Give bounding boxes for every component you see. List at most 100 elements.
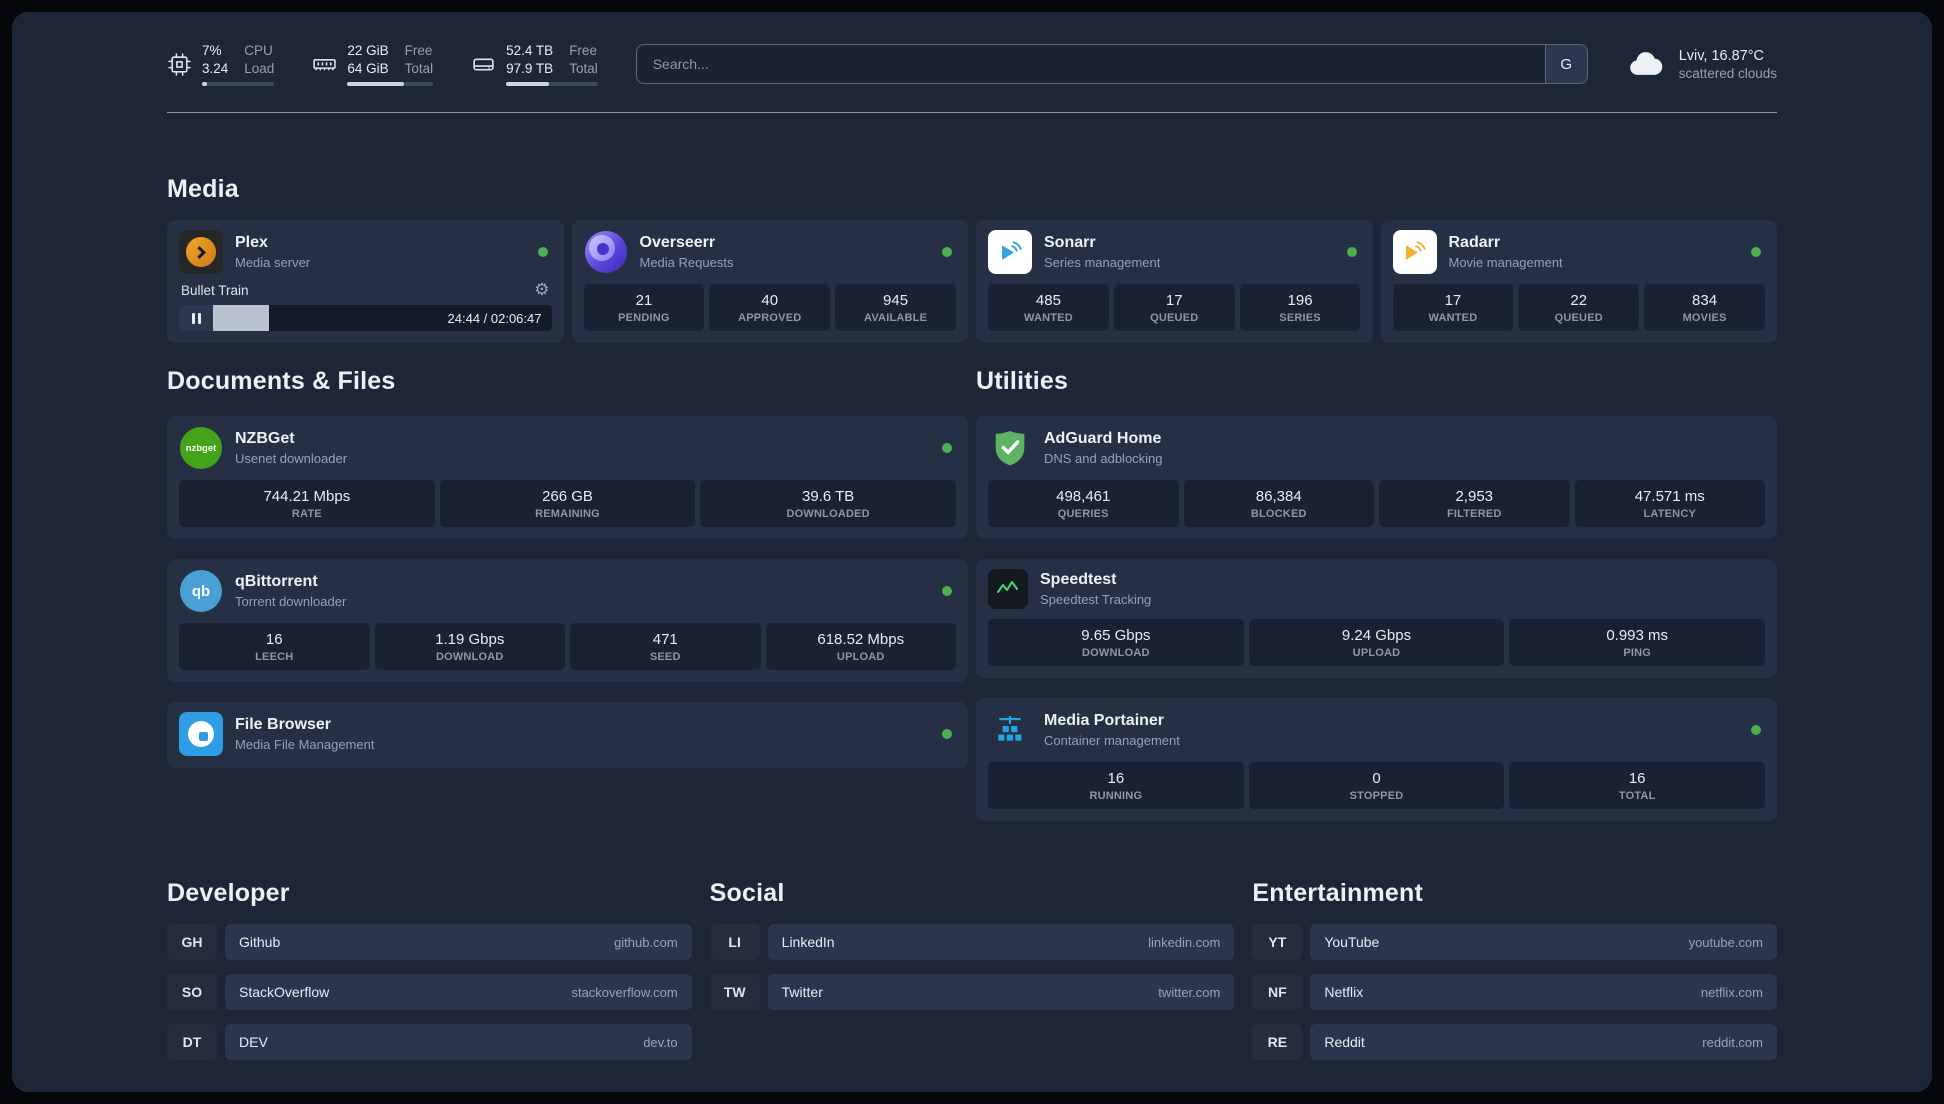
card-title: qBittorrent <box>235 573 318 591</box>
memory-total-value: 64 GiB <box>347 60 389 76</box>
status-dot <box>942 729 952 740</box>
section-middle: Documents & Files nzbget NZBGet Usenet d… <box>167 367 1777 822</box>
filebrowser-icon <box>179 712 223 757</box>
weather-condition: scattered clouds <box>1678 65 1777 81</box>
bookmark-name: DEV <box>239 1034 268 1051</box>
stat-movies: 834 MOVIES <box>1644 284 1765 332</box>
status-dot <box>1751 725 1761 736</box>
settings-icon[interactable]: ⚙ <box>534 282 549 299</box>
section-title-entertainment: Entertainment <box>1252 879 1424 908</box>
bookmark-netflix[interactable]: NF Netflix netflix.com <box>1252 974 1777 1011</box>
nzbget-icon: nzbget <box>179 426 223 470</box>
qbittorrent-card[interactable]: qb qBittorrent Torrent downloader 16 LEE… <box>167 559 968 683</box>
card-subtitle: Usenet downloader <box>235 451 348 467</box>
plex-card[interactable]: Plex Media server Bullet Train ⚙ 24:44 /… <box>167 220 564 344</box>
bookmark-url: dev.to <box>643 1034 678 1050</box>
pause-icon[interactable] <box>179 305 213 332</box>
stat-total: 16 TOTAL <box>1509 762 1766 810</box>
qbittorrent-icon: qb <box>179 569 223 613</box>
card-subtitle: Series management <box>1044 255 1161 271</box>
card-subtitle: Speedtest Tracking <box>1040 592 1152 608</box>
bookmark-twitter[interactable]: TW Twitter twitter.com <box>710 974 1235 1011</box>
stat-download: 1.19 Gbps DOWNLOAD <box>374 623 565 671</box>
stat-filtered: 2,953 FILTERED <box>1379 480 1570 528</box>
playback-progress[interactable]: 24:44 / 02:06:47 <box>179 305 552 332</box>
cpu-label: CPU <box>244 43 273 58</box>
status-dot <box>537 247 548 258</box>
bookmark-name: StackOverflow <box>239 984 330 1001</box>
speedtest-card[interactable]: Speedtest Speedtest Tracking 9.65 Gbps D… <box>976 559 1777 679</box>
memory-widget: 22 GiB 64 GiB Free Total <box>312 42 434 87</box>
disk-meter <box>506 82 598 87</box>
radarr-icon <box>1392 230 1437 275</box>
section-bookmarks: Developer GH Github github.com SO StackO… <box>167 879 1777 1061</box>
search-provider-button[interactable]: G <box>1544 45 1587 84</box>
bookmark-dev[interactable]: DT DEV dev.to <box>167 1024 692 1061</box>
memory-free-label: Free <box>404 43 433 58</box>
bookmark-url: twitter.com <box>1158 984 1221 1000</box>
bookmark-group-social: Social LI LinkedIn linkedin.com TW Twitt… <box>710 879 1235 1060</box>
status-dot <box>942 586 952 597</box>
bookmark-url: reddit.com <box>1702 1034 1763 1050</box>
portainer-icon <box>988 708 1032 752</box>
nzbget-card[interactable]: nzbget NZBGet Usenet downloader 744.21 M… <box>167 416 968 540</box>
section-utilities: Utilities AdGuard Home DNS and adblockin… <box>976 367 1777 822</box>
bookmark-group-entertainment: Entertainment YT YouTube youtube.com NF … <box>1252 879 1777 1061</box>
memory-icon <box>313 58 337 70</box>
bookmark-abbr: SO <box>167 974 217 1010</box>
section-title-documents: Documents & Files <box>167 367 396 396</box>
search-input[interactable] <box>635 44 1588 85</box>
plex-icon <box>179 230 223 275</box>
bookmark-url: youtube.com <box>1688 934 1763 950</box>
section-title-social: Social <box>709 879 785 908</box>
bookmark-abbr: NF <box>1252 974 1302 1010</box>
stat-remaining: 266 GB REMAINING <box>439 480 696 528</box>
portainer-card[interactable]: Media Portainer Container management 16 … <box>976 698 1777 822</box>
bookmark-name: YouTube <box>1324 934 1380 951</box>
card-title: File Browser <box>235 716 332 734</box>
bookmark-name: Reddit <box>1324 1034 1365 1051</box>
stat-approved: 40 APPROVED <box>709 284 831 332</box>
stat-upload: 618.52 Mbps UPLOAD <box>765 623 956 671</box>
bookmark-stackoverflow[interactable]: SO StackOverflow stackoverflow.com <box>167 974 692 1011</box>
card-title: Speedtest <box>1040 571 1117 589</box>
bookmark-abbr: YT <box>1252 924 1302 960</box>
stat-available: 945 AVAILABLE <box>835 284 956 332</box>
bookmark-name: LinkedIn <box>781 934 835 951</box>
disk-total-value: 97.9 TB <box>506 60 554 76</box>
bookmark-url: netflix.com <box>1700 984 1763 1000</box>
bookmark-github[interactable]: GH Github github.com <box>167 924 692 961</box>
card-subtitle: Container management <box>1044 733 1180 749</box>
filebrowser-card[interactable]: File Browser Media File Management <box>167 702 968 769</box>
cpu-meter <box>202 82 275 87</box>
memory-total-label: Total <box>404 60 434 76</box>
section-media: Media Plex Media server Bullet Train ⚙ 2… <box>167 175 1777 344</box>
cloud-icon <box>1629 52 1662 75</box>
card-subtitle: Media File Management <box>235 737 375 753</box>
memory-meter <box>347 82 434 87</box>
stat-running: 16 RUNNING <box>988 762 1244 810</box>
card-title: Sonarr <box>1044 234 1096 252</box>
stat-queries: 498,461 QUERIES <box>988 480 1179 528</box>
card-subtitle: Movie management <box>1448 255 1563 271</box>
overseerr-card[interactable]: Overseerr Media Requests 21 PENDING 40 A… <box>571 220 968 344</box>
now-playing-title: Bullet Train <box>181 283 249 299</box>
bookmark-youtube[interactable]: YT YouTube youtube.com <box>1252 924 1777 961</box>
bookmark-linkedin[interactable]: LI LinkedIn linkedin.com <box>710 924 1235 961</box>
adguard-icon <box>988 426 1032 470</box>
stat-blocked: 86,384 BLOCKED <box>1183 480 1374 528</box>
status-dot <box>1751 247 1761 258</box>
stat-series: 196 SERIES <box>1239 284 1361 332</box>
topbar: 7% 3.24 CPU Load 22 GiB 64 GiB Free Tota… <box>167 42 1777 87</box>
radarr-card[interactable]: Radarr Movie management 17 WANTED 22 QUE… <box>1380 220 1777 344</box>
section-title-developer: Developer <box>167 879 290 908</box>
bookmark-url: github.com <box>614 934 678 950</box>
disk-free-value: 52.4 TB <box>506 43 554 58</box>
adguard-card[interactable]: AdGuard Home DNS and adblocking 498,461 … <box>976 416 1777 540</box>
stat-wanted: 17 WANTED <box>1392 284 1514 332</box>
bookmark-url: stackoverflow.com <box>571 984 678 1000</box>
status-dot <box>942 247 952 258</box>
sonarr-card[interactable]: Sonarr Series management 485 WANTED 17 Q… <box>976 220 1373 344</box>
dashboard: 7% 3.24 CPU Load 22 GiB 64 GiB Free Tota… <box>12 12 1932 1092</box>
bookmark-reddit[interactable]: RE Reddit reddit.com <box>1252 1024 1777 1061</box>
